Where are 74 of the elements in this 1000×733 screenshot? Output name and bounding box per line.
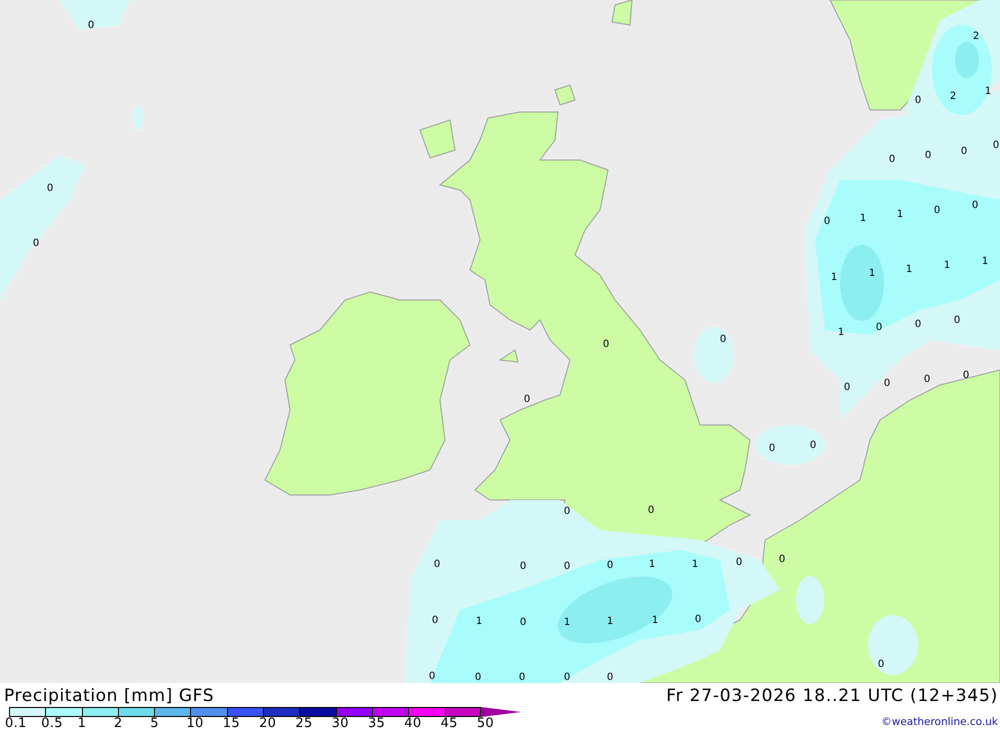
precipitation-value: 2 bbox=[972, 31, 980, 42]
precipitation-value: 0 bbox=[960, 146, 968, 157]
precipitation-value: 1 bbox=[868, 268, 876, 279]
scale-label: 2 bbox=[114, 717, 124, 731]
precipitation-value: 0 bbox=[694, 614, 702, 625]
precipitation-value: 1 bbox=[984, 86, 992, 97]
scale-label: 5 bbox=[150, 717, 160, 731]
scale-label: 45 bbox=[440, 717, 459, 731]
precipitation-value: 1 bbox=[838, 327, 844, 338]
precipitation-value: 1 bbox=[896, 209, 904, 220]
precipitation-value: 1 bbox=[830, 272, 838, 283]
precipitation-value: 0 bbox=[934, 205, 940, 216]
precipitation-value: 0 bbox=[520, 617, 526, 628]
precipitation-value: 0 bbox=[606, 560, 614, 571]
copyright-text: ©weatheronline.co.uk bbox=[881, 716, 998, 728]
precipitation-value: 0 bbox=[924, 374, 930, 385]
precipitation-value: 1 bbox=[982, 256, 988, 267]
scale-label: 50 bbox=[476, 717, 496, 731]
precipitation-value: 0 bbox=[914, 319, 922, 330]
precipitation-value: 0 bbox=[972, 200, 978, 211]
precipitation-value: 0 bbox=[606, 672, 614, 683]
precipitation-value: 0 bbox=[888, 154, 896, 165]
scale-label: 0.1 bbox=[5, 717, 28, 731]
precipitation-value: 0 bbox=[914, 95, 922, 106]
scale-label: 0.5 bbox=[41, 717, 64, 731]
scale-label: 40 bbox=[404, 717, 422, 731]
scale-label: 1 bbox=[78, 717, 88, 731]
precipitation-value: 0 bbox=[962, 370, 970, 381]
precipitation-value: 0 bbox=[564, 672, 570, 683]
precipitation-value: 0 bbox=[32, 238, 40, 249]
precipitation-value: 0 bbox=[924, 150, 932, 161]
precipitation-value: 0 bbox=[564, 561, 570, 572]
precipitation-value: 0 bbox=[992, 140, 1000, 151]
precipitation-value: 0 bbox=[432, 615, 438, 626]
precipitation-value: 0 bbox=[736, 557, 742, 568]
scale-label: 30 bbox=[332, 717, 350, 731]
precipitation-value: 1 bbox=[692, 559, 698, 570]
precipitation-value: 0 bbox=[428, 671, 436, 682]
precipitation-value: 0 bbox=[720, 334, 726, 345]
precipitation-value: 0 bbox=[824, 216, 830, 227]
scale-label: 15 bbox=[222, 717, 241, 731]
valid-time: Fr 27-03-2026 18..21 UTC (12+345) bbox=[666, 686, 998, 706]
precipitation-value: 0 bbox=[954, 315, 960, 326]
precipitation-value: 0 bbox=[768, 443, 776, 454]
precipitation-value: 1 bbox=[564, 617, 570, 628]
precipitation-value: 1 bbox=[606, 616, 614, 627]
precipitation-value: 0 bbox=[878, 659, 884, 670]
precipitation-value: 0 bbox=[474, 672, 482, 683]
precipitation-value: 0 bbox=[520, 561, 526, 572]
precipitation-value: 0 bbox=[876, 322, 882, 333]
precipitation-value: 0 bbox=[46, 183, 54, 194]
precipitation-value: 1 bbox=[652, 615, 658, 626]
precipitation-value: 0 bbox=[524, 394, 530, 405]
scale-label: 25 bbox=[295, 717, 314, 731]
precipitation-value: 0 bbox=[602, 339, 610, 350]
precipitation-value: 2 bbox=[950, 91, 956, 102]
precipitation-value: 1 bbox=[944, 260, 950, 271]
precipitation-value: 0 bbox=[884, 378, 890, 389]
precipitation-value: 0 bbox=[564, 506, 570, 517]
precipitation-value: 0 bbox=[88, 20, 94, 31]
precipitation-value: 1 bbox=[860, 213, 866, 224]
precipitation-value: 1 bbox=[476, 616, 482, 627]
precipitation-value: 0 bbox=[810, 440, 816, 451]
precipitation-value: 1 bbox=[906, 264, 912, 275]
legend-title: Precipitation [mm] GFS bbox=[4, 686, 216, 706]
precipitation-value: 0 bbox=[844, 382, 850, 393]
precipitation-value: 0 bbox=[518, 672, 526, 683]
precipitation-value: 0 bbox=[434, 559, 440, 570]
precipitation-value: 0 bbox=[778, 554, 786, 565]
scale-label: 10 bbox=[186, 717, 205, 731]
scale-label: 20 bbox=[259, 717, 278, 731]
precipitation-value: 0 bbox=[648, 505, 654, 516]
scale-label: 35 bbox=[368, 717, 386, 731]
precipitation-value: 1 bbox=[648, 559, 656, 570]
